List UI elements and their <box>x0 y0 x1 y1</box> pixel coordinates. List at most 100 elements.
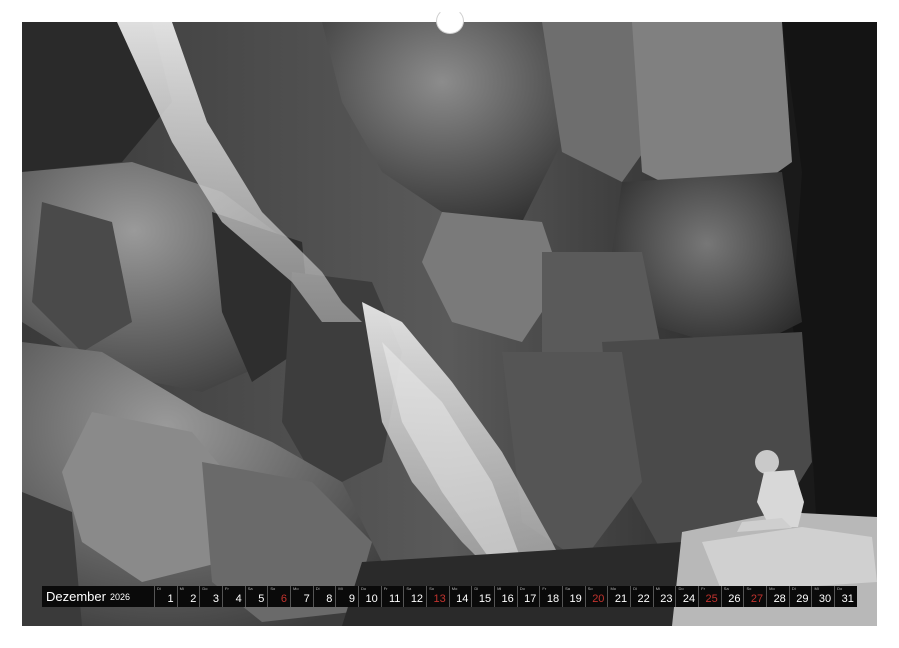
day-number: 22 <box>637 593 650 605</box>
weekday-label: Fr <box>542 586 547 591</box>
day-number: 15 <box>478 593 492 605</box>
weekday-label: Di <box>791 586 796 591</box>
calendar-photo <box>22 22 877 626</box>
calendar-bar: Dezember 2026 Di 1 Mi 2 Do 3 Fr 4 Sa 5 So 6 Mo 7 Di 8 Mi… <box>42 586 857 607</box>
day-number: 1 <box>167 593 174 605</box>
weekday-label: Do <box>837 586 843 591</box>
weekday-label: So <box>746 586 752 591</box>
weekday-label: Di <box>157 586 161 591</box>
day-number: 13 <box>433 593 446 605</box>
day-cell: Fr 4 <box>222 586 245 607</box>
day-number: 2 <box>190 593 197 605</box>
day-cell: Di 22 <box>630 586 653 607</box>
day-number: 11 <box>388 593 401 605</box>
day-cell: Sa 26 <box>720 586 744 607</box>
weekday-label: Mi <box>655 586 661 591</box>
day-number: 4 <box>235 593 242 605</box>
day-cell: Di 8 <box>312 586 336 607</box>
weekday-label: So <box>587 586 593 591</box>
day-number: 17 <box>524 593 537 605</box>
day-number: 3 <box>212 593 220 605</box>
day-cell: Mo 21 <box>607 586 630 607</box>
day-cell: Do 24 <box>675 586 698 607</box>
month-year: 2026 <box>109 591 130 602</box>
day-cell: Mi 30 <box>811 586 834 607</box>
day-number: 26 <box>728 593 741 605</box>
day-cell: Sa 5 <box>244 586 268 607</box>
day-cell: Mi 2 <box>176 586 200 607</box>
day-cell: Do 10 <box>358 586 381 607</box>
day-number: 27 <box>750 593 764 605</box>
day-cell: Mo 28 <box>766 586 789 607</box>
weekday-label: Mo <box>610 586 616 591</box>
month-label: Dezember 2026 <box>42 586 154 607</box>
weekday-label: Di <box>474 586 479 591</box>
day-cell: Do 3 <box>199 586 222 607</box>
weekday-label: Mi <box>497 586 502 591</box>
day-number: 14 <box>456 593 469 605</box>
day-cell: So 6 <box>267 586 290 607</box>
weekday-label: Sa <box>247 586 253 591</box>
day-number: 25 <box>705 593 718 605</box>
hanger-notch <box>436 8 464 34</box>
weekday-label: Do <box>202 586 208 591</box>
weekday-label: So <box>270 586 276 591</box>
day-number: 30 <box>818 593 832 605</box>
day-cell: Fr 25 <box>698 586 721 607</box>
weekday-label: Mo <box>769 586 775 591</box>
weekday-label: Mo <box>451 586 458 591</box>
day-strip: Di 1 Mi 2 Do 3 Fr 4 Sa 5 So 6 Mo 7 Di 8 Mi 9 Do 10 Fr 11 Sa 12 S… <box>154 586 857 607</box>
day-number: 12 <box>410 593 424 605</box>
day-cell: Mo 7 <box>290 586 313 607</box>
day-number: 23 <box>660 593 673 605</box>
weekday-label: So <box>429 586 434 591</box>
weekday-label: Mi <box>814 586 819 591</box>
weekday-label: Di <box>315 586 320 591</box>
day-cell: Do 31 <box>834 586 857 607</box>
waterfall-rocks-image <box>22 22 877 626</box>
day-number: 5 <box>258 593 265 605</box>
weekday-label: Di <box>633 586 637 591</box>
day-cell: Sa 19 <box>562 586 585 607</box>
day-cell: Mo 14 <box>448 586 472 607</box>
day-cell: So 13 <box>426 586 449 607</box>
weekday-label: Fr <box>383 586 388 591</box>
day-number: 19 <box>569 593 582 605</box>
day-number: 8 <box>326 593 333 605</box>
day-number: 20 <box>592 593 605 605</box>
day-cell: Di 1 <box>154 586 177 607</box>
day-number: 6 <box>280 593 288 605</box>
day-cell: So 27 <box>743 586 766 607</box>
weekday-label: Do <box>519 586 525 591</box>
weekday-label: Mi <box>179 586 184 591</box>
day-cell: Di 15 <box>471 586 494 607</box>
day-number: 10 <box>365 593 378 605</box>
day-cell: Sa 12 <box>403 586 426 607</box>
day-cell: Mi 16 <box>494 586 517 607</box>
month-name: Dezember <box>46 589 106 604</box>
day-cell: Di 29 <box>788 586 812 607</box>
weekday-label: Sa <box>406 586 412 591</box>
weekday-label: Fr <box>701 586 705 591</box>
day-cell: Mi 23 <box>652 586 676 607</box>
weekday-label: Sa <box>565 586 570 591</box>
day-number: 9 <box>348 593 356 605</box>
weekday-label: Mo <box>293 586 299 591</box>
day-number: 29 <box>796 593 809 605</box>
weekday-label: Do <box>678 586 684 591</box>
day-number: 28 <box>773 593 786 605</box>
day-number: 18 <box>546 593 560 605</box>
day-cell: Mi 9 <box>335 586 358 607</box>
day-number: 16 <box>501 593 514 605</box>
day-cell: Fr 18 <box>539 586 562 607</box>
day-cell: Fr 11 <box>380 586 404 607</box>
day-number: 31 <box>841 593 854 605</box>
weekday-label: Fr <box>225 586 229 591</box>
weekday-label: Sa <box>723 586 729 591</box>
day-number: 24 <box>682 593 696 605</box>
day-number: 7 <box>303 593 310 605</box>
day-number: 21 <box>614 593 628 605</box>
day-cell: Do 17 <box>516 586 540 607</box>
day-cell: So 20 <box>584 586 608 607</box>
weekday-label: Mi <box>338 586 343 591</box>
